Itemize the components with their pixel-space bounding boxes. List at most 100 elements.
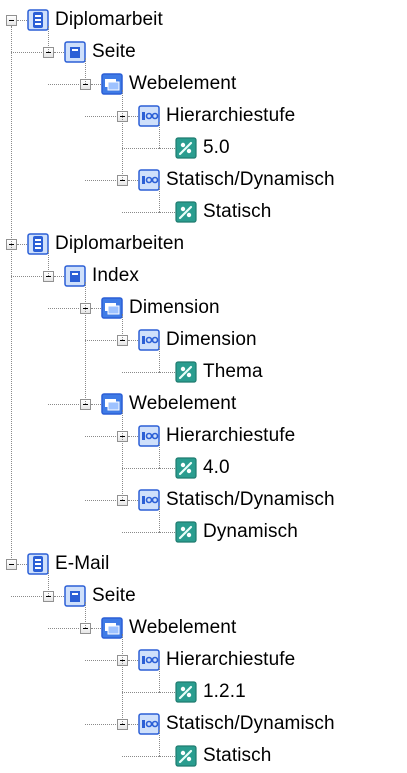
tree-connector [159,442,160,468]
tree-connector [159,186,160,212]
web-element-icon [101,393,123,415]
tree-item-label[interactable]: Hierarchiestufe [166,420,295,452]
tree-item-label[interactable]: Diplomarbeiten [55,228,184,260]
web-element-icon [101,617,123,639]
tree-connector [128,724,138,725]
tree-connector [159,756,175,757]
tree-connector [85,282,86,404]
tree-connector [48,26,49,52]
page-icon [64,41,86,63]
tree-connector [54,596,64,597]
tree-connector [122,90,123,180]
tree-connector [128,436,138,437]
tree-connector [128,180,138,181]
tree-connector [128,500,138,501]
attribute-icon [138,425,160,447]
tree-item-label[interactable]: Dimension [166,324,257,356]
value-icon [175,681,197,703]
tree-connector [159,532,175,533]
database-icon [27,9,49,31]
page-icon [64,265,86,287]
tree-connector [128,660,138,661]
database-icon [27,233,49,255]
tree-connector [17,244,27,245]
tree-connector [122,692,159,693]
tree-item-label[interactable]: Webelement [129,68,236,100]
tree-view[interactable]: Diplomarbeit Seite Webelement Hierarchie… [0,0,407,771]
tree-connector [159,468,175,469]
tree-item-label[interactable]: 4.0 [203,452,230,484]
collapse-toggle-icon[interactable] [6,559,17,570]
tree-item-label[interactable]: Thema [203,356,263,388]
value-icon [175,201,197,223]
tree-connector [159,346,160,372]
tree-item-label[interactable]: Statisch/Dynamisch [166,484,335,516]
attribute-icon [138,169,160,191]
tree-item-label[interactable]: Dynamisch [203,516,298,548]
value-icon [175,745,197,767]
tree-connector [128,116,138,117]
tree-connector [159,730,160,756]
tree-connector [54,276,64,277]
tree-connector [48,570,49,596]
tree-connector [91,404,101,405]
tree-item-label[interactable]: Dimension [129,292,220,324]
tree-item-label[interactable]: Statisch [203,740,271,772]
attribute-icon [138,329,160,351]
tree-item-label[interactable]: Statisch [203,196,271,228]
database-icon [27,553,49,575]
tree-connector [122,468,159,469]
value-icon [175,361,197,383]
tree-connector [85,602,86,628]
tree-connector [122,532,159,533]
tree-item-label[interactable]: Statisch/Dynamisch [166,708,335,740]
tree-connector [159,372,175,373]
tree-connector [159,148,175,149]
tree-item-label[interactable]: 1.2.1 [203,676,246,708]
tree-connector [122,634,123,724]
tree-connector [159,122,160,148]
tree-connector [159,666,160,692]
attribute-icon [138,105,160,127]
web-element-icon [101,73,123,95]
tree-connector [128,340,138,341]
attribute-icon [138,489,160,511]
tree-connector [48,250,49,276]
tree-item-label[interactable]: Seite [92,36,136,68]
tree-item-label[interactable]: 5.0 [203,132,230,164]
tree-connector [91,628,101,629]
value-icon [175,521,197,543]
web-element-icon [101,297,123,319]
attribute-icon [138,649,160,671]
tree-item-label[interactable]: Hierarchiestufe [166,644,295,676]
attribute-icon [138,713,160,735]
tree-connector [122,314,123,340]
tree-connector [159,212,175,213]
tree-item-label[interactable]: Webelement [129,612,236,644]
tree-item-label[interactable]: Index [92,260,139,292]
tree-connector [91,84,101,85]
tree-connector [17,20,27,21]
value-icon [175,137,197,159]
tree-item-label[interactable]: Hierarchiestufe [166,100,295,132]
tree-item-label[interactable]: Diplomarbeit [55,4,163,36]
tree-connector [54,52,64,53]
tree-connector [159,506,160,532]
tree-connector [122,212,159,213]
tree-connector [11,26,12,558]
tree-connector [159,692,175,693]
tree-connector [17,564,27,565]
tree-connector [85,58,86,84]
tree-item-label[interactable]: Seite [92,580,136,612]
tree-item-label[interactable]: Webelement [129,388,236,420]
tree-connector [122,756,159,757]
tree-connector [122,372,159,373]
collapse-toggle-icon[interactable] [6,15,17,26]
tree-connector [122,148,159,149]
tree-item-label[interactable]: Statisch/Dynamisch [166,164,335,196]
page-icon [64,585,86,607]
tree-connector [91,308,101,309]
tree-connector [122,410,123,500]
tree-item-label[interactable]: E-Mail [55,548,109,580]
value-icon [175,457,197,479]
